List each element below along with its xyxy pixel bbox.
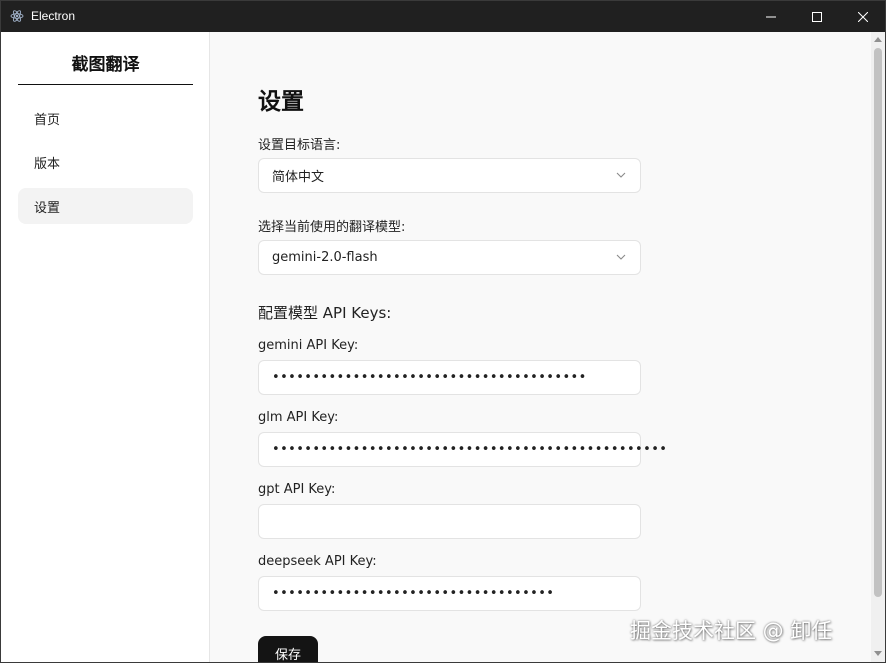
model-select[interactable]: gemini-2.0-flash [258,240,641,275]
maximize-icon [812,11,822,22]
maximize-button[interactable] [794,1,840,32]
page-title: 设置 [258,89,304,115]
model-value: gemini-2.0-flash [272,250,378,265]
app-brand: 截图翻译 [18,50,193,85]
save-button[interactable]: 保存 [258,636,318,662]
chevron-down-icon [616,254,626,260]
gemini-key-input[interactable]: ••••••••••••••••••••••••••••••••••••••• [258,360,641,395]
minimize-button[interactable] [748,1,794,32]
target-language-value: 简体中文 [272,170,325,185]
sidebar-item-home[interactable]: 首页 [18,100,193,136]
scrollbar-thumb[interactable] [874,48,882,597]
window-title: Electron [31,9,76,23]
api-keys-section-title: 配置模型 API Keys: [258,304,392,322]
gemini-key-value: ••••••••••••••••••••••••••••••••••••••• [272,370,587,385]
electron-icon [10,10,24,22]
app-window: Electron 截图翻译 首页 版本 设置 设置 设置目标语言: 简体中文 选… [0,0,886,663]
gpt-key-input[interactable] [258,504,641,539]
sidebar-item-version[interactable]: 版本 [18,144,193,180]
glm-key-value: ••••••••••••••••••••••••••••••••••••••••… [272,442,668,457]
deepseek-key-value: ••••••••••••••••••••••••••••••••••• [272,586,555,601]
close-button[interactable] [840,1,885,32]
sidebar-item-settings[interactable]: 设置 [18,188,193,224]
deepseek-key-input[interactable]: ••••••••••••••••••••••••••••••••••• [258,576,641,611]
glm-key-input[interactable]: ••••••••••••••••••••••••••••••••••••••••… [258,432,667,467]
gpt-key-label: gpt API Key: [258,482,336,497]
sidebar: 截图翻译 首页 版本 设置 [1,32,210,662]
watermark: 掘金技术社区 @ 卸任 [630,619,833,643]
glm-key-label: glm API Key: [258,410,339,425]
target-language-label: 设置目标语言: [258,138,341,153]
target-language-select[interactable]: 简体中文 [258,158,641,193]
gemini-key-label: gemini API Key: [258,338,359,353]
minimize-icon [766,16,776,17]
model-label: 选择当前使用的翻译模型: [258,220,406,235]
scroll-down-icon[interactable] [874,651,882,656]
scroll-up-icon[interactable] [874,37,882,42]
title-bar[interactable]: Electron [1,1,885,32]
chevron-down-icon [616,172,626,178]
close-icon [858,11,868,22]
deepseek-key-label: deepseek API Key: [258,554,377,569]
settings-panel: 设置 设置目标语言: 简体中文 选择当前使用的翻译模型: gemini-2.0-… [210,32,871,662]
